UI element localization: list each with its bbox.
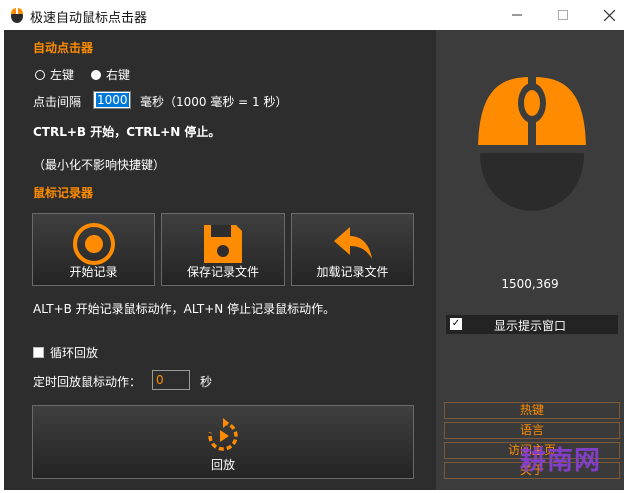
maximize-icon xyxy=(558,10,568,20)
timed-replay-value: 0 xyxy=(156,373,164,387)
site-watermark: 耕南网 xyxy=(520,446,602,476)
side-panel: 1500,369 ✓ 显示提示窗口 热键 语言 访问主页 关于 xyxy=(436,30,624,490)
timed-replay-input[interactable]: 0 xyxy=(152,370,190,390)
save-record-label: 保存记录文件 xyxy=(186,265,259,279)
window-title: 极速自动鼠标点击器 xyxy=(30,11,148,26)
tooltip-checkmark-icon: ✓ xyxy=(450,318,462,330)
recorder-hotkey-text: ALT+B 开始记录鼠标动作，ALT+N 停止记录鼠标动作。 xyxy=(33,302,336,316)
start-record-button[interactable]: 开始记录 xyxy=(32,213,155,286)
interval-value: 1000 xyxy=(96,93,129,107)
right-radio-indicator xyxy=(91,70,101,80)
timed-replay-unit: 秒 xyxy=(200,375,213,389)
load-record-button[interactable]: 加载记录文件 xyxy=(291,213,414,286)
save-record-button[interactable]: 保存记录文件 xyxy=(161,213,285,286)
main-panel: 自动点击器 左键 右键 点击间隔 1000 毫秒（1000 毫秒 = 1 秒） … xyxy=(4,30,624,490)
minimize-icon xyxy=(512,14,522,16)
recorder-title: 鼠标记录器 xyxy=(33,186,94,200)
undo-arrow-icon xyxy=(333,227,372,259)
coordinates-readout: 1500,369 xyxy=(501,277,559,291)
left-radio-indicator xyxy=(35,70,45,80)
minimize-button[interactable] xyxy=(494,0,540,30)
show-tooltip-checkbox[interactable]: ✓ 显示提示窗口 xyxy=(446,315,618,334)
loop-replay-label: 循环回放 xyxy=(50,346,99,360)
load-record-label: 加载记录文件 xyxy=(316,265,389,279)
right-click-label: 右键 xyxy=(106,68,131,82)
show-tooltip-label: 显示提示窗口 xyxy=(494,319,567,333)
replay-button[interactable]: 回放 xyxy=(32,405,414,479)
interval-label: 点击间隔 xyxy=(33,95,82,109)
timed-replay-label: 定时回放鼠标动作： xyxy=(33,375,142,389)
interval-unit: 毫秒（1000 毫秒 = 1 秒） xyxy=(140,95,288,109)
mouse-graphic-icon xyxy=(474,77,590,211)
title-bar: 极速自动鼠标点击器 xyxy=(0,0,628,30)
start-record-label: 开始记录 xyxy=(69,265,118,279)
replay-icon xyxy=(208,418,238,451)
hotkeys-button[interactable]: 热键 xyxy=(444,402,620,419)
close-button[interactable] xyxy=(586,0,628,30)
maximize-button[interactable] xyxy=(540,0,586,30)
language-button[interactable]: 语言 xyxy=(444,422,620,439)
close-icon xyxy=(603,9,615,21)
loop-replay-checkbox[interactable]: 循环回放 xyxy=(33,344,98,361)
record-icon xyxy=(72,223,115,265)
minimize-note: （最小化不影响快捷键） xyxy=(33,158,166,172)
left-click-label: 左键 xyxy=(50,68,75,82)
replay-label: 回放 xyxy=(210,458,235,472)
interval-input[interactable]: 1000 xyxy=(93,91,131,109)
clicker-hotkey-text: CTRL+B 开始，CTRL+N 停止。 xyxy=(33,125,221,139)
app-mouse-icon xyxy=(11,8,23,23)
loop-checkbox-box xyxy=(33,347,44,358)
floppy-disk-icon xyxy=(204,225,242,263)
auto-clicker-title: 自动点击器 xyxy=(33,41,94,55)
right-click-radio[interactable]: 右键 xyxy=(91,66,130,83)
left-click-radio[interactable]: 左键 xyxy=(35,66,74,83)
